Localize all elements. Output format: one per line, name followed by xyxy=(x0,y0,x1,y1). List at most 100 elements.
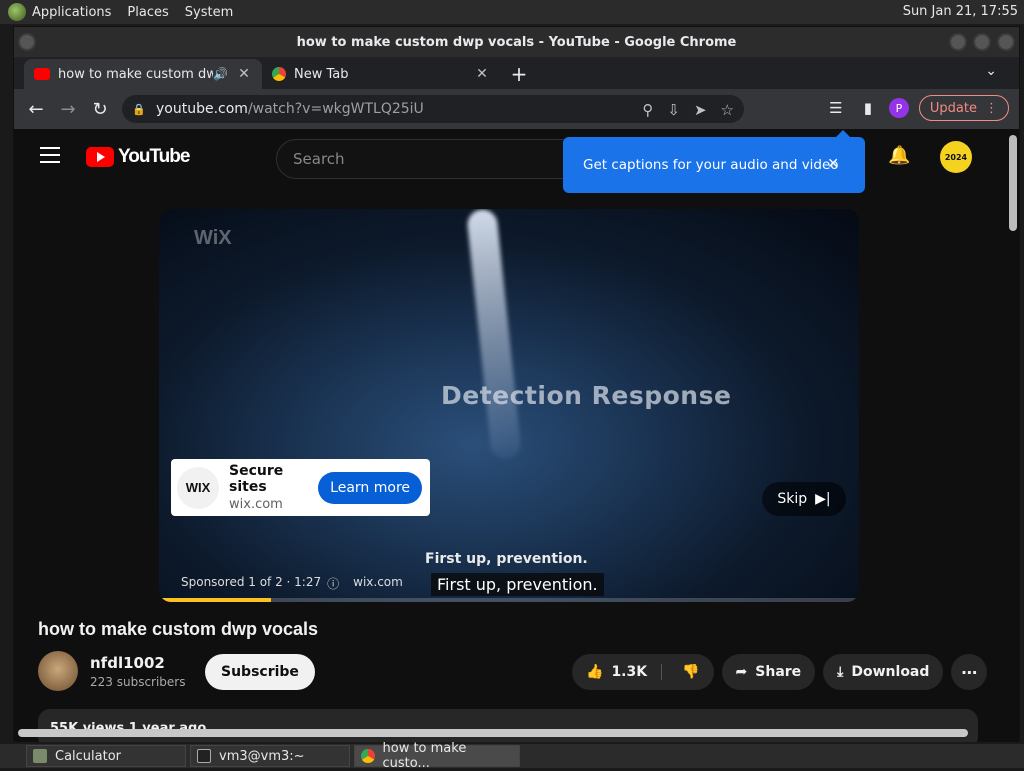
desktop-top-panel: Applications Places System Sun Jan 21, 1… xyxy=(0,0,1024,24)
ad-card-title: Secure sites xyxy=(229,463,284,495)
zoom-search-icon[interactable]: ⚲ xyxy=(642,101,653,119)
chrome-window: how to make custom dwp vocals - YouTube … xyxy=(13,26,1020,742)
like-count: 1.3K xyxy=(611,664,648,680)
close-tab-icon[interactable]: ✕ xyxy=(474,66,490,82)
youtube-masthead: YouTube Search Get captions for your aud… xyxy=(14,129,1004,193)
show-desktop-icon[interactable] xyxy=(0,745,22,767)
skip-ad-button[interactable]: Skip ▶| xyxy=(762,482,846,516)
tab-search-chevron-icon[interactable]: ⌄ xyxy=(985,63,997,79)
like-button[interactable]: 👍 1.3K xyxy=(586,664,663,680)
site-info-icon[interactable]: 🔒 xyxy=(132,103,146,116)
ad-progress-bar[interactable] xyxy=(159,598,859,602)
url-host: youtube.com xyxy=(156,101,248,117)
subscribe-button[interactable]: Subscribe xyxy=(205,654,315,690)
channel-info: nfdl1002 223 subscribers xyxy=(38,651,186,691)
new-tab-button[interactable]: + xyxy=(506,61,532,87)
hamburger-menu-icon[interactable] xyxy=(40,147,60,163)
download-button[interactable]: ⤓ Download xyxy=(823,654,944,690)
account-avatar[interactable]: 2024 xyxy=(940,141,972,173)
ad-headline: Detection Response xyxy=(441,381,732,410)
download-icon: ⤓ xyxy=(837,664,844,680)
back-button[interactable]: ← xyxy=(22,95,50,123)
bookmark-star-icon[interactable]: ☆ xyxy=(721,101,734,119)
desktop-taskbar: Calculator vm3@vm3:~ how to make custo..… xyxy=(0,741,1024,771)
taskbar-item-chrome[interactable]: how to make custo... xyxy=(354,741,520,771)
window-title: how to make custom dwp vocals - YouTube … xyxy=(296,34,737,50)
maximize-icon[interactable] xyxy=(973,33,991,51)
youtube-logo[interactable]: YouTube xyxy=(86,146,190,168)
window-titlebar[interactable]: how to make custom dwp vocals - YouTube … xyxy=(14,27,1019,57)
taskbar-label: how to make custo... xyxy=(382,741,467,771)
share-button[interactable]: ➦ Share xyxy=(721,654,816,690)
channel-avatar[interactable] xyxy=(38,651,78,691)
forward-button[interactable]: → xyxy=(54,95,82,123)
menu-applications[interactable]: Applications xyxy=(32,5,111,20)
skip-next-icon: ▶| xyxy=(815,491,831,507)
kebab-menu-icon: ⋮ xyxy=(985,100,998,116)
ad-card-domain: wix.com xyxy=(229,497,283,512)
clock[interactable]: Sun Jan 21, 17:55 xyxy=(903,4,1018,19)
description-box[interactable]: 55K views 1 year ago xyxy=(38,709,978,742)
dislike-button[interactable]: 👎 xyxy=(670,664,699,680)
youtube-icon xyxy=(34,68,50,80)
search-input[interactable]: Search xyxy=(276,139,606,179)
vertical-scrollbar[interactable] xyxy=(1009,135,1017,231)
side-panel-icon[interactable]: ▮ xyxy=(857,97,879,119)
learn-more-button[interactable]: Learn more xyxy=(318,471,422,504)
tab-label: New Tab xyxy=(294,66,349,82)
address-bar[interactable]: 🔒 youtube.com/watch?v=wkgWTLQ25iU ⚲ ⇩ ➤ … xyxy=(122,95,744,123)
tab-new-tab[interactable]: New Tab ✕ xyxy=(262,59,500,89)
tab-strip: how to make custom dwp vocals - YouTube … xyxy=(14,57,1019,89)
share-icon[interactable]: ➤ xyxy=(694,101,707,119)
share-arrow-icon: ➦ xyxy=(735,664,748,680)
thumbs-up-icon: 👍 xyxy=(586,664,604,680)
taskbar-item-calculator[interactable]: Calculator xyxy=(26,745,186,767)
terminal-icon xyxy=(197,749,211,763)
install-app-icon[interactable]: ⇩ xyxy=(667,101,680,119)
ad-domain-link[interactable]: wix.com xyxy=(353,575,403,592)
close-tab-icon[interactable]: ✕ xyxy=(236,66,252,82)
channel-name[interactable]: nfdl1002 xyxy=(90,654,186,672)
chrome-icon xyxy=(361,749,375,763)
menu-places[interactable]: Places xyxy=(127,5,168,20)
share-label: Share xyxy=(755,664,802,680)
omnibox-actions: ⚲ ⇩ ➤ ☆ xyxy=(642,101,734,119)
window-menu-icon[interactable] xyxy=(18,33,36,51)
taskbar-label: vm3@vm3:~ xyxy=(219,748,305,764)
update-button[interactable]: Update ⋮ xyxy=(918,95,1009,121)
subscriber-count: 223 subscribers xyxy=(90,674,186,689)
video-player[interactable]: WiX Detection Response WIX Secure sites … xyxy=(159,209,859,602)
close-tooltip-icon[interactable]: ✕ xyxy=(827,156,839,172)
ad-info: Sponsored 1 of 2 · 1:27 ⓘ wix.com xyxy=(181,575,403,592)
youtube-play-icon xyxy=(86,147,114,167)
speaker-icon[interactable]: 🔊 xyxy=(213,67,228,81)
youtube-wordmark: YouTube xyxy=(118,146,190,167)
info-icon[interactable]: ⓘ xyxy=(327,575,339,592)
taskbar-item-terminal[interactable]: vm3@vm3:~ xyxy=(190,745,350,767)
youtube-page: YouTube Search Get captions for your aud… xyxy=(14,129,1019,742)
download-label: Download xyxy=(851,664,930,680)
minimize-icon[interactable] xyxy=(949,33,967,51)
captions-tooltip: Get captions for your audio and video ✕ xyxy=(563,130,865,193)
more-actions-icon[interactable]: ⋯ xyxy=(951,654,988,690)
calculator-icon xyxy=(33,749,47,763)
tab-label: how to make custom dwp vocals - YouTube xyxy=(58,66,214,82)
tooltip-text: Get captions for your audio and video xyxy=(583,157,839,173)
notifications-bell-icon[interactable]: 🔔 xyxy=(888,145,910,166)
close-window-icon[interactable] xyxy=(997,33,1015,51)
video-actions: 👍 1.3K 👎 ➦ Share ⤓ Download ⋯ xyxy=(572,654,988,690)
reload-button[interactable]: ↻ xyxy=(86,95,114,123)
toolbar-right: ☰ ▮ P Update ⋮ xyxy=(825,95,1009,121)
media-controls-icon[interactable]: ☰ xyxy=(825,97,847,119)
ad-visual xyxy=(466,209,522,460)
horizontal-scrollbar[interactable] xyxy=(18,729,968,737)
menu-system[interactable]: System xyxy=(185,5,233,20)
ad-card[interactable]: WIX Secure sites wix.com Learn more xyxy=(171,459,430,516)
profile-avatar[interactable]: P xyxy=(888,98,909,118)
like-dislike-group: 👍 1.3K 👎 xyxy=(572,654,714,690)
url-path: /watch?v=wkgWTLQ25iU xyxy=(247,101,424,117)
browser-toolbar: ← → ↻ 🔒 youtube.com/watch?v=wkgWTLQ25iU … xyxy=(14,89,1019,129)
tab-youtube[interactable]: how to make custom dwp vocals - YouTube … xyxy=(24,59,262,89)
update-label: Update xyxy=(929,100,977,116)
distro-logo-icon[interactable] xyxy=(8,3,26,21)
